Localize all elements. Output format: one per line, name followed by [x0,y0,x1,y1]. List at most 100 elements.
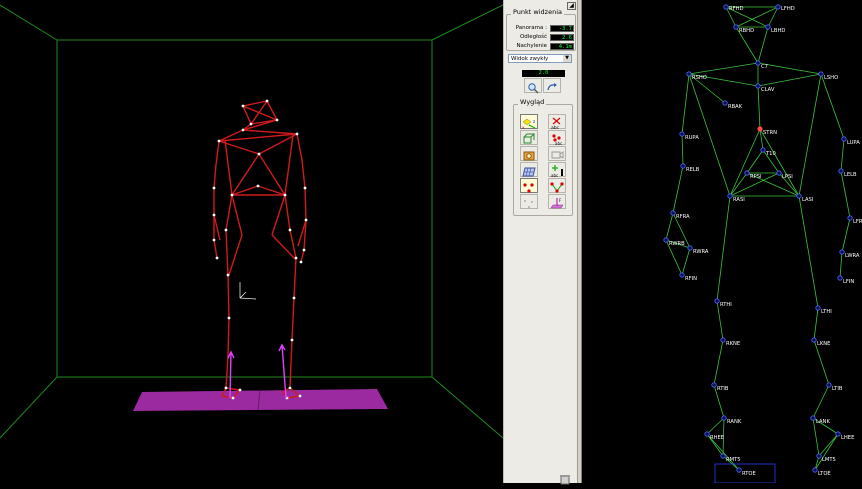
marker-rfin[interactable] [679,272,685,278]
marker-rhee[interactable] [704,431,710,437]
marker-lasi[interactable] [796,193,802,199]
marker-rthi[interactable] [714,298,720,304]
marker-label-lmt5: LMT5 [822,457,836,463]
add-label-button[interactable]: abc [548,162,566,178]
marker-strn[interactable] [757,126,763,132]
marker-label-rbak: RBAK [728,104,743,110]
marker-rbhd[interactable] [733,24,739,30]
dots-icon [524,200,533,208]
marker-label-rhee: RHEE [710,435,724,441]
marker-lpsi[interactable] [776,170,782,176]
marker-label-lwra: LWRA [845,253,860,259]
marker-lbhd[interactable] [765,24,771,30]
marker-viewport[interactable]: RFHD LFHD RBHD LBHD C7 CLAV RSHO LSHO RBAK STRN T1… [582,0,862,484]
segment-lsho-lasi [798,73,822,197]
segment-rkne-rtib [713,339,724,386]
marker-rupa[interactable] [679,131,685,137]
marker-label-rmt5: RMT5 [726,457,741,463]
hide-labels-button[interactable]: abc [548,114,566,131]
segment-lhee-lmt5 [818,433,839,457]
force-vector-button[interactable]: F [548,194,566,209]
chevron-down-icon[interactable]: ▼ [563,55,571,62]
zoom-button[interactable] [524,78,542,94]
marker-lfhd[interactable] [775,4,781,10]
force-vector-icon: F [550,198,564,209]
marker-c7[interactable] [755,60,761,66]
show-segments-button[interactable] [548,178,566,193]
recycle-bin-icon[interactable] [559,470,571,485]
marker-rtoe[interactable] [736,467,742,473]
distance-label: Odległość [519,34,547,40]
marker-lank[interactable] [810,415,816,421]
floor-button[interactable] [520,162,538,177]
marker-labels-button[interactable]: abc [548,130,566,146]
pan-value[interactable]: -3.7 [550,25,574,32]
marker-rwrb[interactable] [663,237,669,243]
segments-icon [550,182,564,193]
trajectories-button[interactable] [520,194,538,209]
marker-label-lhee: LHEE [841,435,854,441]
segment-strn-rasi [729,128,761,197]
distance-value[interactable]: 2.6 [550,34,574,41]
segment-ltib-lank [812,384,830,419]
marker-rpsi[interactable] [744,170,750,176]
show-axes-button[interactable]: xz [520,114,538,130]
marker-lupa[interactable] [841,136,847,142]
marker-rmt5[interactable] [720,453,726,459]
label-off-icon: abc [551,117,561,131]
marker-lelb[interactable] [838,168,844,174]
force-plate [133,389,388,411]
view-mode-select[interactable]: Widok zwykły ▼ [508,54,572,63]
marker-lmt5[interactable] [816,453,822,459]
3d-viewport[interactable] [0,0,504,483]
zoom-value[interactable]: 2.0 [522,70,565,77]
segment-lelb-lfra [840,170,851,219]
marker-rbak[interactable] [722,100,728,106]
marker-rank[interactable] [721,415,727,421]
marker-label-ltib: LTIB [832,386,843,392]
marker-label-icon: abc [552,134,562,146]
markers-icon [523,183,534,193]
segment-strn-lasi [759,128,800,197]
floor-grid-icon [522,167,536,177]
marker-rfhd[interactable] [723,4,729,10]
marker-ltib[interactable] [826,382,832,388]
tilt-value[interactable]: 4.1m [550,43,574,50]
marker-label-lsho: LSHO [824,75,838,81]
rotate-button[interactable] [543,78,561,93]
marker-lwra[interactable] [839,249,845,255]
hide-camera-button[interactable] [548,146,566,161]
marker-label-lbhd: LBHD [771,28,785,34]
segment-lsho-lupa [820,73,845,140]
marker-rsho[interactable] [686,71,692,77]
show-markers-button[interactable] [520,178,538,193]
marker-rasi[interactable] [727,193,733,199]
marker-rwra[interactable] [687,245,693,251]
marker-rfra[interactable] [670,210,676,216]
segment-lupa-lelb [840,138,845,172]
marker-label-rtoe: RTOE [742,471,756,477]
marker-t10[interactable] [760,147,766,153]
marker-lfin[interactable] [837,275,843,281]
close-panel-button[interactable]: ◢ [567,2,576,10]
add-label-icon: abc [551,165,563,178]
marker-lfra[interactable] [847,215,853,221]
marker-clav[interactable] [755,83,761,89]
skeleton-3d [213,100,307,399]
marker-rtib[interactable] [711,382,717,388]
camera-button[interactable] [520,146,538,161]
marker-ltoe[interactable] [812,467,818,473]
segment-rank-rhee [706,417,725,435]
marker-rkne[interactable] [720,337,726,343]
marker-lhee[interactable] [835,431,841,437]
marker-lkne[interactable] [811,337,817,343]
viewpoint-group: Punkt widzenia Panorama : -3.7 Odległość… [506,8,576,51]
marker-lthi[interactable] [815,305,821,311]
marker-label-ltoe: LTOE [818,471,831,477]
camera-off-icon [551,151,564,159]
segment-rupa-relb [681,133,684,167]
marker-relb[interactable] [680,163,686,169]
marker-lsho[interactable] [818,71,824,77]
show-room-button[interactable] [520,130,538,145]
marker-label-rwra: RWRA [693,249,709,255]
